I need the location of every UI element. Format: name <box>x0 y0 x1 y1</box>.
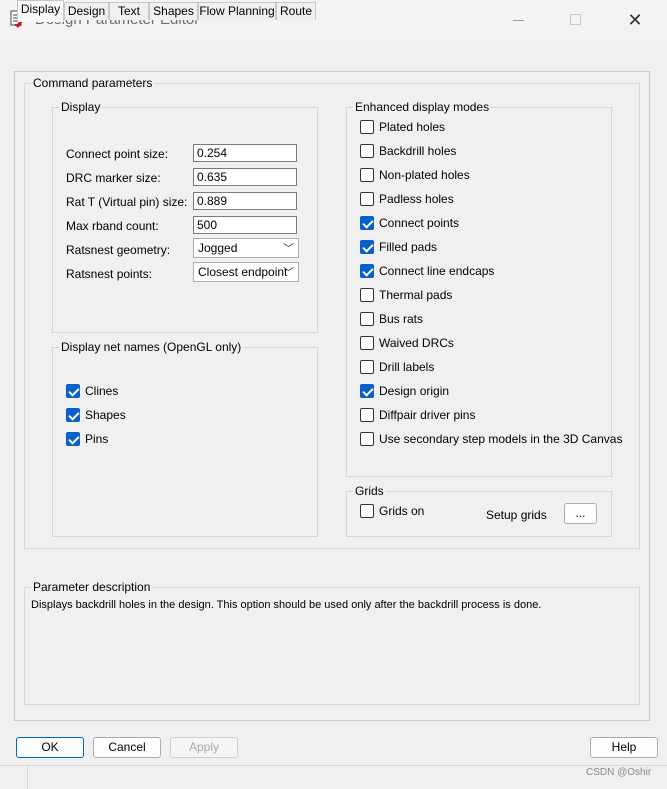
tab-route[interactable]: Route <box>276 2 316 20</box>
checkbox-label: Connect line endcaps <box>379 264 495 278</box>
checkbox-box[interactable] <box>360 216 374 230</box>
checkbox-label: Filled pads <box>379 240 438 254</box>
checkbox-box[interactable] <box>360 336 374 350</box>
tab-flow-planning[interactable]: Flow Planning <box>198 2 276 20</box>
checkbox-label: Connect points <box>379 216 460 230</box>
checkbox-label: Thermal pads <box>379 288 453 302</box>
max-rband-count-label: Max rband count: <box>66 219 159 233</box>
checkbox-box[interactable] <box>360 360 374 374</box>
tab-text[interactable]: Text <box>109 2 149 20</box>
ok-button[interactable]: OK <box>16 737 84 758</box>
checkbox-box[interactable] <box>360 120 374 134</box>
net-names-group-label: Display net names (OpenGL only) <box>59 340 244 354</box>
checkbox-label: Plated holes <box>379 120 446 134</box>
setup-grids-button[interactable]: ... <box>564 503 597 524</box>
tab-shapes[interactable]: Shapes <box>149 2 198 20</box>
checkbox-label: Use secondary step models in the 3D Canv… <box>379 432 623 446</box>
checkbox-box[interactable] <box>360 312 374 326</box>
checkbox-box[interactable] <box>66 432 80 446</box>
parameter-description-text: Displays backdrill holes in the design. … <box>31 599 542 611</box>
checkbox-box[interactable] <box>66 384 80 398</box>
apply-button[interactable]: Apply <box>170 737 238 758</box>
ratsnest-points-value: Closest endpoint <box>198 265 288 279</box>
close-button[interactable]: ✕ <box>620 8 650 32</box>
checkbox-label: Diffpair driver pins <box>379 408 476 422</box>
checkbox-box[interactable] <box>360 504 374 518</box>
ratsnest-points-label: Ratsnest points: <box>66 267 153 281</box>
checkbox-box[interactable] <box>66 408 80 422</box>
setup-grids-label: Setup grids <box>486 508 547 522</box>
checkbox-label: Padless holes <box>379 192 454 206</box>
ratsnest-geometry-select[interactable]: Jogged ﹀ <box>193 238 299 258</box>
connect-point-size-label: Connect point size: <box>66 147 169 161</box>
enhanced-display-group-label: Enhanced display modes <box>353 100 492 114</box>
watermark: CSDN @Oshir <box>586 767 652 778</box>
checkbox-label: Design origin <box>379 384 450 398</box>
cancel-button[interactable]: Cancel <box>93 737 161 758</box>
maximize-button[interactable] <box>560 8 590 32</box>
checkbox-box[interactable] <box>360 240 374 254</box>
help-button[interactable]: Help <box>590 737 658 758</box>
checkbox-box[interactable] <box>360 408 374 422</box>
close-icon: ✕ <box>627 10 643 30</box>
checkbox-box[interactable] <box>360 192 374 206</box>
connect-point-size-input[interactable] <box>193 144 297 162</box>
status-bar <box>0 765 667 789</box>
rat-t-size-label: Rat T (Virtual pin) size: <box>66 195 188 209</box>
checkbox-box[interactable] <box>360 168 374 182</box>
checkbox-box[interactable] <box>360 288 374 302</box>
command-parameters-label: Command parameters <box>31 76 155 90</box>
tab-display[interactable]: Display <box>17 0 64 22</box>
grids-group-label: Grids <box>353 484 386 498</box>
checkbox-box[interactable] <box>360 264 374 278</box>
ratsnest-geometry-label: Ratsnest geometry: <box>66 243 171 257</box>
drc-marker-size-input[interactable] <box>193 168 297 186</box>
checkbox-label: Backdrill holes <box>379 144 457 158</box>
ratsnest-geometry-value: Jogged <box>198 241 238 255</box>
tab-design[interactable]: Design <box>64 2 109 20</box>
checkbox-label: Bus rats <box>379 312 424 326</box>
drc-marker-size-label: DRC marker size: <box>66 171 161 185</box>
checkbox-label: Clines <box>85 384 119 398</box>
display-group-label: Display <box>59 100 103 114</box>
checkbox-box[interactable] <box>360 432 374 446</box>
checkbox-label: Drill labels <box>379 360 435 374</box>
status-divider <box>27 766 28 789</box>
parameter-description-label: Parameter description <box>31 580 153 594</box>
checkbox-box[interactable] <box>360 144 374 158</box>
minimize-button[interactable] <box>503 8 533 32</box>
checkbox-label: Waived DRCs <box>379 336 454 350</box>
checkbox-label: Pins <box>85 432 109 446</box>
checkbox-label: Grids on <box>379 504 425 518</box>
checkbox-box[interactable] <box>360 384 374 398</box>
max-rband-count-input[interactable] <box>193 216 297 234</box>
checkbox-label: Shapes <box>85 408 126 422</box>
ratsnest-points-select[interactable]: Closest endpoint ﹀ <box>193 262 299 282</box>
checkbox-label: Non-plated holes <box>379 168 470 182</box>
chevron-down-icon: ﹀ <box>283 267 294 279</box>
rat-t-size-input[interactable] <box>193 192 297 210</box>
chevron-down-icon: ﹀ <box>283 243 294 255</box>
